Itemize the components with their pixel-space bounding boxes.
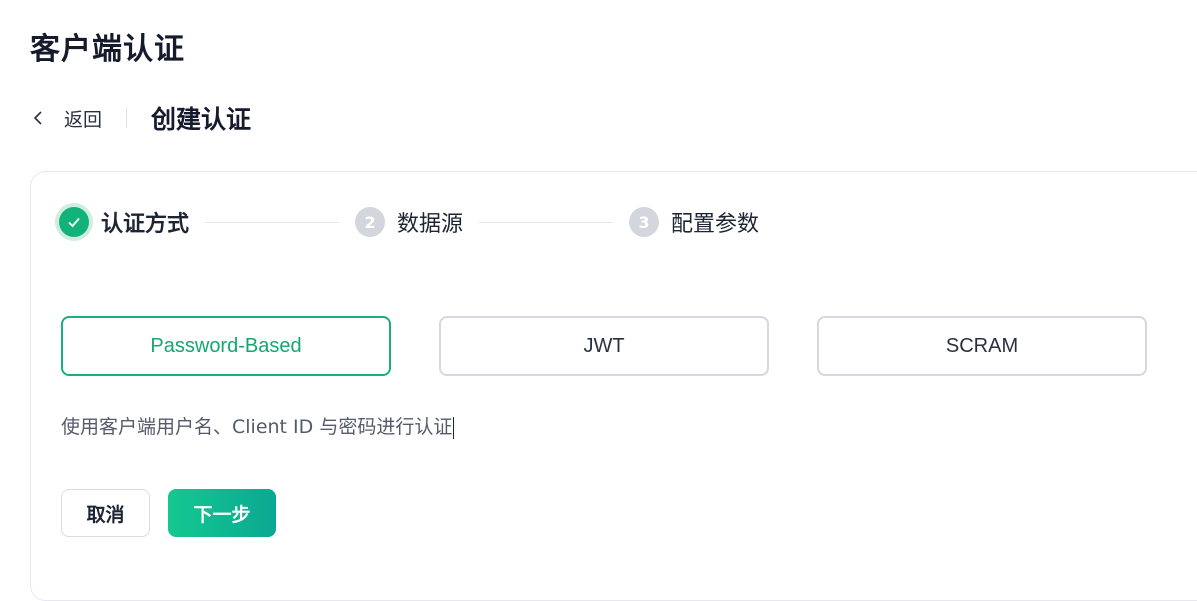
step-config-params: 3 配置参数 <box>629 206 759 238</box>
back-label: 返回 <box>64 108 103 131</box>
auth-option-jwt[interactable]: JWT <box>439 316 769 376</box>
auth-option-scram[interactable]: SCRAM <box>817 316 1147 376</box>
step-label: 配置参数 <box>671 212 760 237</box>
auth-options: Password-Based JWT SCRAM <box>61 316 1147 376</box>
chevron-left-icon <box>33 111 42 125</box>
form-actions: 取消 下一步 <box>61 489 276 537</box>
auth-option-password-based[interactable]: Password-Based <box>61 316 391 376</box>
back-button[interactable]: 返回 <box>30 105 102 132</box>
check-icon <box>59 207 89 237</box>
step-label: 认证方式 <box>101 212 190 237</box>
step-connector <box>479 221 614 223</box>
header-divider <box>126 108 128 128</box>
header-bar: 返回 创建认证 <box>30 98 251 138</box>
form-card: 认证方式 2 数据源 3 配置参数 Password-Based JWT SCR… <box>30 171 1197 601</box>
sub-title: 创建认证 <box>151 105 252 134</box>
description-text: 使用客户端用户名、Client ID 与密码进行认证 <box>61 416 453 438</box>
steps: 认证方式 2 数据源 3 配置参数 <box>59 202 759 242</box>
cancel-button[interactable]: 取消 <box>61 489 150 537</box>
step-label: 数据源 <box>397 212 464 237</box>
page-title: 客户端认证 <box>30 32 185 67</box>
auth-description: 使用客户端用户名、Client ID 与密码进行认证 <box>61 412 455 439</box>
text-caret <box>453 416 455 439</box>
step-number: 2 <box>355 207 386 237</box>
next-step-button[interactable]: 下一步 <box>168 489 276 537</box>
step-auth-method: 认证方式 <box>59 206 189 238</box>
step-data-source: 2 数据源 <box>355 206 463 238</box>
step-connector <box>205 221 340 223</box>
step-number: 3 <box>629 207 660 237</box>
